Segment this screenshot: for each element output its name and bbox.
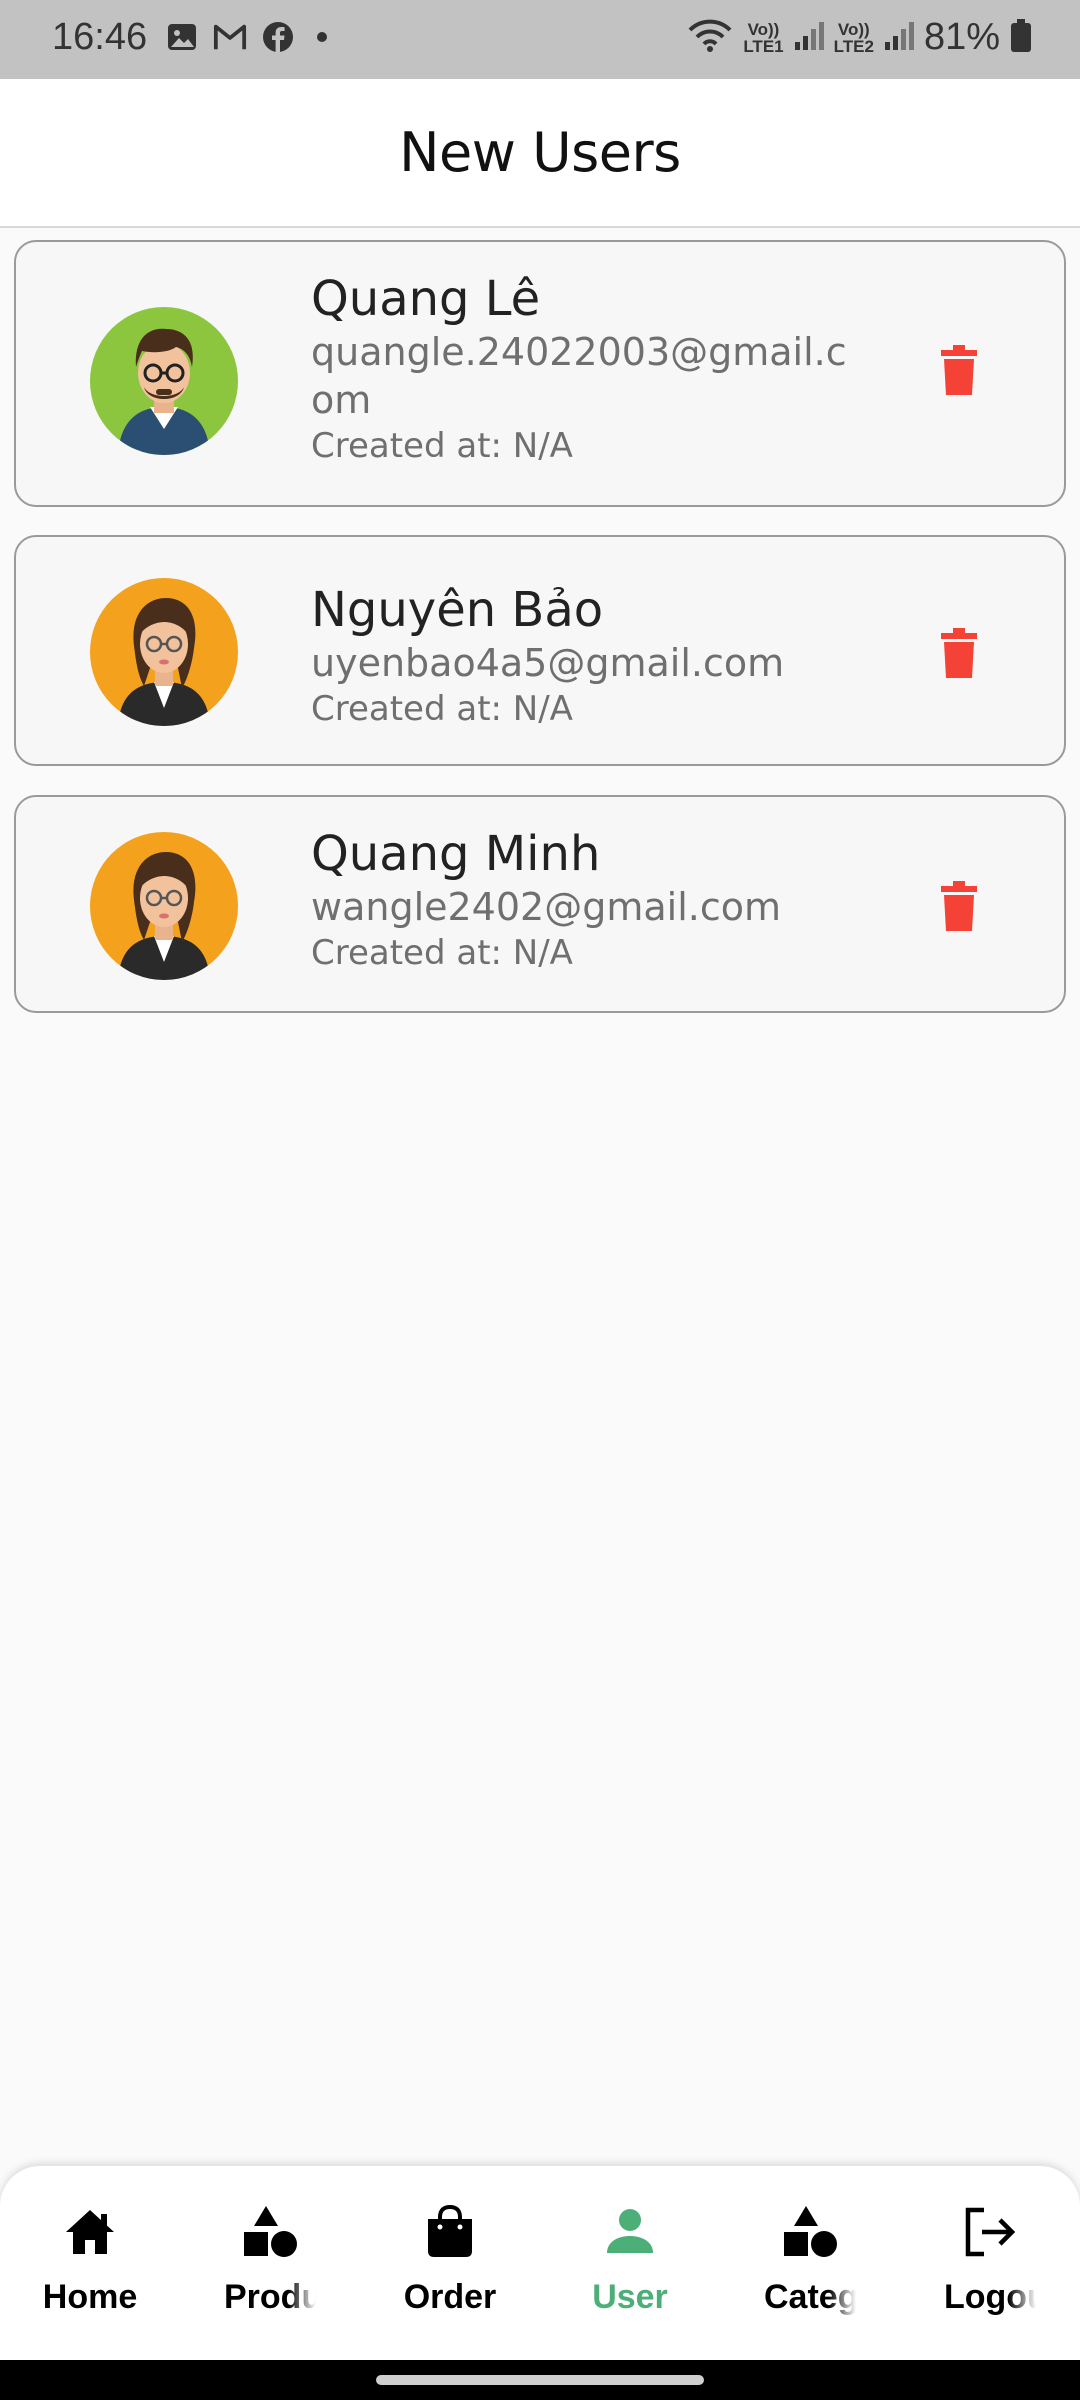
nav-item-logout[interactable]: Logou xyxy=(900,2166,1080,2360)
user-info: Quang Minh wangle2402@gmail.com Created … xyxy=(311,825,864,975)
home-gesture-handle[interactable] xyxy=(376,2375,704,2385)
user-name: Quang Minh xyxy=(311,826,601,882)
shapes-icon xyxy=(782,2202,838,2262)
user-created: Created at: N/A xyxy=(311,689,573,729)
shapes-icon xyxy=(242,2202,298,2262)
gmail-icon xyxy=(213,20,247,54)
user-icon xyxy=(605,2202,655,2262)
status-time: 16:46 xyxy=(52,16,148,58)
nav-label: Logou xyxy=(944,2278,1036,2316)
logout-icon xyxy=(962,2202,1018,2262)
nav-label: Categ xyxy=(764,2278,856,2316)
nav-label: User xyxy=(592,2278,668,2316)
wifi-icon xyxy=(687,18,733,58)
page-title: New Users xyxy=(399,121,681,184)
female-avatar xyxy=(90,578,238,726)
battery-icon xyxy=(1010,18,1032,57)
user-email: wangle2402@gmail.com xyxy=(311,885,781,929)
nav-label: Home xyxy=(42,2278,138,2316)
trash-icon xyxy=(941,628,977,678)
user-card[interactable]: Quang Minh wangle2402@gmail.com Created … xyxy=(14,795,1066,1013)
nav-item-products[interactable]: Produ xyxy=(180,2166,360,2360)
network-2-label: Vo)) LTE2 xyxy=(833,19,874,56)
delete-button[interactable] xyxy=(934,623,984,683)
network-1-label: Vo)) LTE1 xyxy=(743,19,784,56)
app-header: New Users xyxy=(0,79,1080,228)
system-navigation-bar xyxy=(0,2360,1080,2400)
bag-icon xyxy=(426,2202,474,2262)
user-name: Quang Lê xyxy=(311,271,541,327)
user-info: Quang Lê quangle.24022003@gmail.com Crea… xyxy=(311,270,864,468)
user-card[interactable]: Nguyên Bảo uyenbao4a5@gmail.com Created … xyxy=(14,535,1066,766)
signal-2-icon xyxy=(884,20,914,56)
nav-item-categories[interactable]: Categ xyxy=(720,2166,900,2360)
trash-icon xyxy=(941,881,977,931)
user-email: quangle.24022003@gmail.com xyxy=(311,330,847,422)
nav-item-home[interactable]: Home xyxy=(0,2166,180,2360)
user-created: Created at: N/A xyxy=(311,426,573,466)
bottom-nav: Home Produ Order User Categ Logou xyxy=(0,2166,1080,2360)
home-icon xyxy=(64,2202,116,2262)
user-info: Nguyên Bảo uyenbao4a5@gmail.com Created … xyxy=(311,581,864,731)
female-avatar xyxy=(90,832,238,980)
battery-percent: 81% xyxy=(923,16,1000,58)
nav-item-user[interactable]: User xyxy=(540,2166,720,2360)
user-card[interactable]: Quang Lê quangle.24022003@gmail.com Crea… xyxy=(14,240,1066,507)
nav-label: Produ xyxy=(224,2278,316,2316)
facebook-icon xyxy=(261,20,295,54)
notification-dot xyxy=(317,32,327,42)
user-name: Nguyên Bảo xyxy=(311,582,604,638)
male-avatar xyxy=(90,307,238,455)
delete-button[interactable] xyxy=(934,340,984,400)
user-created: Created at: N/A xyxy=(311,933,573,973)
status-bar: 16:46 Vo)) LTE1 Vo)) LTE2 81% xyxy=(0,0,1080,79)
trash-icon xyxy=(941,345,977,395)
gallery-icon xyxy=(165,20,199,54)
delete-button[interactable] xyxy=(934,876,984,936)
signal-1-icon xyxy=(794,20,824,56)
nav-item-order[interactable]: Order xyxy=(360,2166,540,2360)
user-email: uyenbao4a5@gmail.com xyxy=(311,641,785,685)
nav-label: Order xyxy=(403,2278,497,2316)
